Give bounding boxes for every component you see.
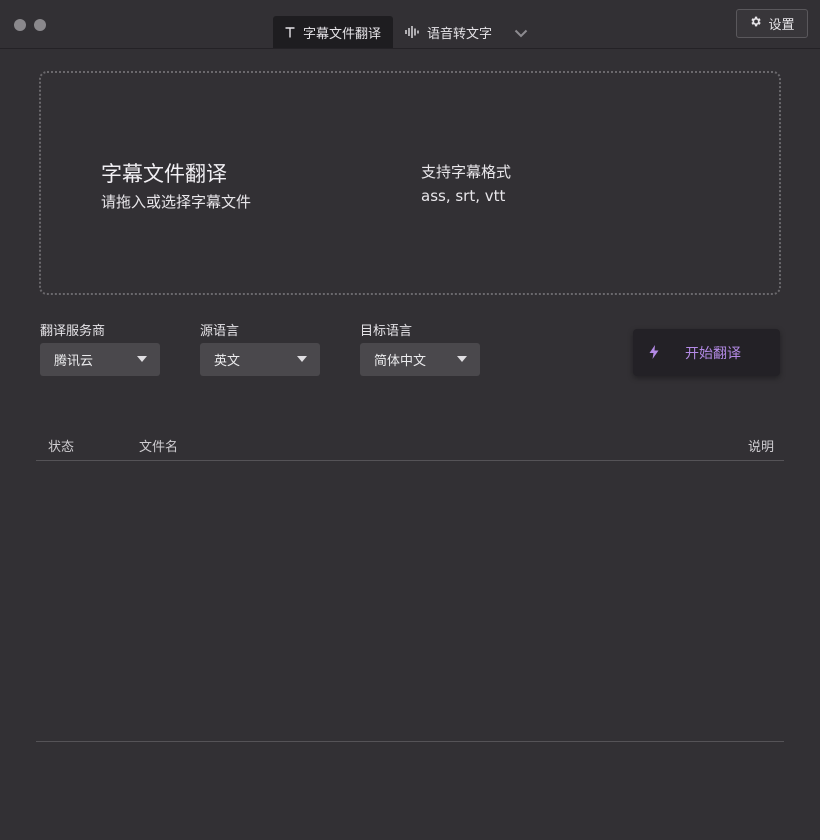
tab-speech-to-text[interactable]: 语音转文字 [393, 16, 504, 48]
target-language-label: 目标语言 [360, 324, 413, 339]
gear-icon [749, 15, 762, 32]
start-translate-label: 开始翻译 [685, 346, 741, 362]
file-drop-zone[interactable]: 字幕文件翻译 请拖入或选择字幕文件 支持字幕格式 ass, srt, vtt [39, 71, 781, 295]
source-language-select[interactable]: 英文 [200, 343, 320, 376]
caret-down-icon [457, 356, 467, 362]
column-filename: 文件名 [139, 440, 179, 455]
supported-formats-label: 支持字幕格式 [421, 163, 512, 181]
tab-label: 字幕文件翻译 [303, 26, 382, 42]
lightning-icon [649, 345, 659, 363]
drop-zone-hint: 请拖入或选择字幕文件 [101, 193, 252, 211]
waveform-icon [405, 26, 419, 38]
caret-down-icon [297, 356, 307, 362]
column-status: 状态 [48, 440, 75, 455]
provider-label: 翻译服务商 [40, 324, 106, 339]
window-minimize-button[interactable] [34, 19, 46, 31]
table-bottom-divider [36, 741, 784, 742]
settings-label: 设置 [768, 18, 795, 33]
mode-tabs: 字幕文件翻译 语音转文字 [273, 16, 538, 48]
window-controls [14, 19, 46, 31]
more-tabs-button[interactable] [504, 16, 538, 48]
source-language-value: 英文 [214, 354, 241, 369]
caret-down-icon [137, 356, 147, 362]
text-icon [285, 26, 295, 38]
target-language-value: 简体中文 [374, 354, 427, 369]
supported-formats-value: ass, srt, vtt [421, 187, 506, 205]
settings-button[interactable]: 设置 [736, 9, 808, 38]
tab-label: 语音转文字 [427, 26, 493, 42]
chevron-down-icon [514, 23, 528, 42]
title-bar: 字幕文件翻译 语音转文字 设置 [0, 0, 820, 49]
tab-subtitle-translate[interactable]: 字幕文件翻译 [273, 16, 394, 48]
provider-value: 腾讯云 [54, 354, 94, 369]
drop-zone-title: 字幕文件翻译 [101, 162, 227, 186]
source-language-label: 源语言 [200, 324, 240, 339]
target-language-select[interactable]: 简体中文 [360, 343, 480, 376]
column-description: 说明 [747, 440, 774, 455]
file-table-header: 状态 文件名 说明 [36, 428, 784, 461]
provider-select[interactable]: 腾讯云 [40, 343, 160, 376]
window-close-button[interactable] [14, 19, 26, 31]
start-translate-button[interactable]: 开始翻译 [633, 329, 780, 376]
